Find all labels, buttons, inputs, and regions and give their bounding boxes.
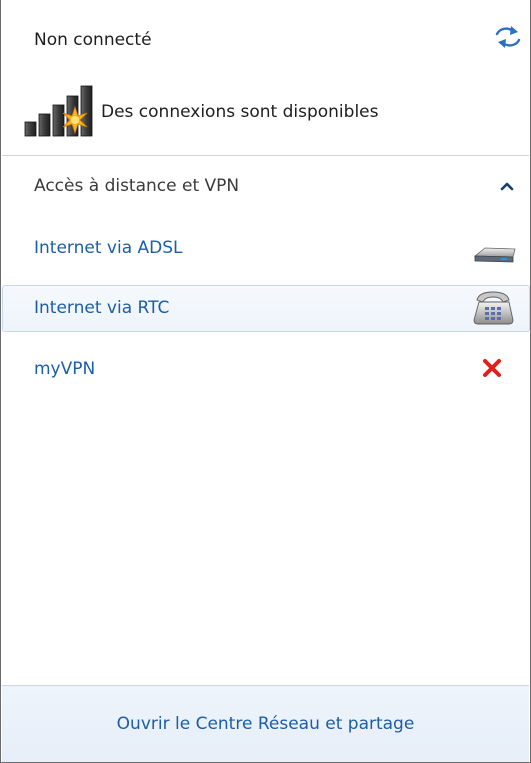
connection-item-adsl[interactable]: Internet via ADSL: [2, 225, 530, 272]
network-status: Des connexions sont disponibles: [23, 80, 378, 140]
connections-available-text: Des connexions sont disponibles: [101, 102, 379, 122]
footer: Ouvrir le Centre Réseau et partage: [2, 685, 529, 762]
connection-status-title: Non connecté: [34, 30, 152, 50]
connection-item-rtc[interactable]: Internet via RTC: [2, 285, 530, 332]
connection-item-myvpn[interactable]: myVPN: [2, 346, 530, 393]
refresh-icon[interactable]: [493, 24, 523, 50]
connection-label: myVPN: [34, 359, 96, 379]
signal-bars-icon: [24, 85, 93, 137]
dialup-phone-icon: [473, 291, 514, 325]
section-header-remote-access[interactable]: Accès à distance et VPN: [2, 168, 529, 204]
connection-label: Internet via RTC: [34, 298, 170, 318]
chevron-up-icon[interactable]: [499, 179, 515, 193]
network-flyout: Non connecté Des connexions sont disponi…: [0, 0, 531, 763]
divider: [2, 155, 529, 156]
modem-icon: [473, 247, 516, 263]
error-x-icon: [483, 359, 501, 377]
section-title: Accès à distance et VPN: [34, 176, 240, 196]
connection-label: Internet via ADSL: [34, 238, 183, 258]
open-network-center-link[interactable]: Ouvrir le Centre Réseau et partage: [2, 714, 529, 734]
